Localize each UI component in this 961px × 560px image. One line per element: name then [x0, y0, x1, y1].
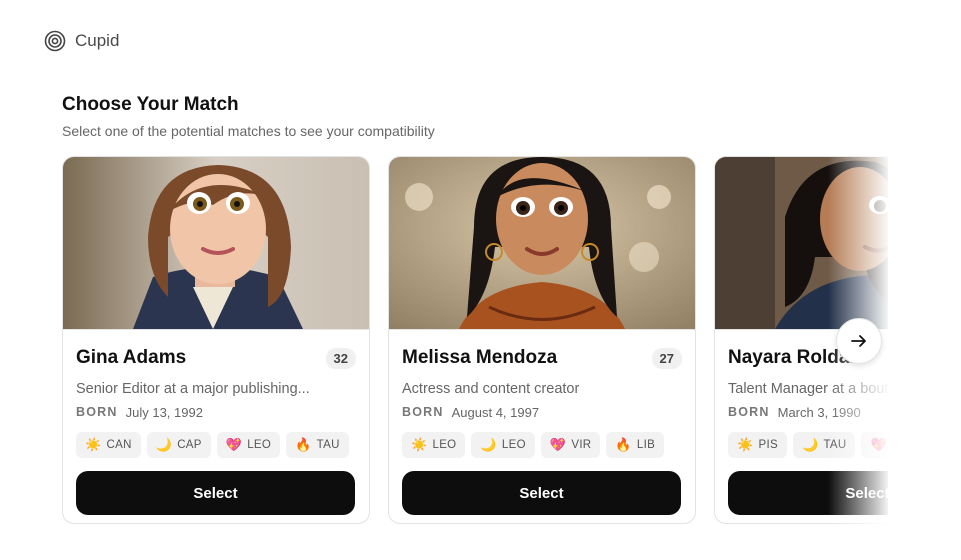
- zodiac-tag-venus: 💖: [861, 432, 888, 458]
- birthdate-row: BORN August 4, 1997: [402, 405, 682, 420]
- page-title: Choose Your Match: [62, 94, 239, 115]
- brand: Cupid: [44, 30, 119, 52]
- heart-icon: 💖: [549, 437, 567, 452]
- zodiac-tag-sun: ☀️ PIS: [728, 432, 787, 458]
- occupation: Talent Manager at a boutique agency: [728, 381, 888, 397]
- age-badge: 27: [651, 347, 682, 369]
- tag-label: LEO: [501, 439, 526, 451]
- occupation: Actress and content creator: [402, 381, 580, 397]
- tag-label: TAU: [316, 439, 340, 451]
- target-icon: [44, 30, 66, 52]
- tag-label: VIR: [571, 439, 592, 451]
- tag-label: PIS: [758, 439, 778, 451]
- profile-photo: [63, 157, 369, 330]
- fire-icon: 🔥: [615, 437, 632, 452]
- zodiac-tag-venus: 💖 VIR: [540, 432, 601, 458]
- birthdate-row: BORN March 3, 1990: [728, 405, 888, 420]
- zodiac-tag-mars: 🔥 LIB: [606, 432, 665, 458]
- zodiac-tag-venus: 💖 LEO: [216, 432, 281, 458]
- birthdate: July 13, 1992: [125, 405, 203, 420]
- zodiac-tag-moon: 🌙 LEO: [471, 432, 535, 458]
- tag-label: LEO: [432, 439, 457, 451]
- sun-icon: ☀️: [737, 437, 754, 452]
- birthdate: August 4, 1997: [451, 405, 540, 420]
- profile-photo: [389, 157, 695, 330]
- heart-icon: 💖: [225, 437, 243, 452]
- page-subtitle: Select one of the potential matches to s…: [62, 123, 435, 139]
- match-name: Gina Adams: [76, 347, 187, 368]
- zodiac-tag-moon: 🌙 TAU: [792, 432, 856, 458]
- zodiac-tag-mars: 🔥 TAU: [286, 432, 349, 458]
- profile-photo: [715, 157, 888, 330]
- moon-icon: 🌙: [155, 437, 173, 452]
- zodiac-tag-sun: ☀️ CAN: [76, 432, 141, 458]
- brand-name: Cupid: [75, 31, 120, 50]
- fire-icon: 🔥: [295, 437, 312, 452]
- match-name: Melissa Mendoza: [402, 347, 558, 368]
- born-label: BORN: [76, 405, 118, 419]
- match-card: Melissa Mendoza 27 Actress and content c…: [388, 156, 696, 524]
- select-button[interactable]: Select: [402, 471, 681, 515]
- zodiac-tags: ☀️ PIS 🌙 TAU 💖: [728, 432, 888, 458]
- carousel-track: Gina Adams 32 Senior Editor at a major p…: [62, 156, 888, 524]
- tag-label: CAN: [106, 439, 132, 451]
- born-label: BORN: [728, 405, 770, 419]
- carousel-next-button[interactable]: [836, 318, 882, 364]
- zodiac-tag-sun: ☀️ LEO: [402, 432, 466, 458]
- match-carousel: Gina Adams 32 Senior Editor at a major p…: [62, 156, 888, 528]
- select-button[interactable]: Select: [728, 471, 888, 515]
- tag-label: LIB: [636, 439, 656, 451]
- zodiac-tag-moon: 🌙 CAP: [146, 432, 211, 458]
- select-button[interactable]: Select: [76, 471, 355, 515]
- occupation: Senior Editor at a major publishing...: [76, 381, 310, 397]
- birthdate-row: BORN July 13, 1992: [76, 405, 356, 420]
- sun-icon: ☀️: [411, 437, 428, 452]
- zodiac-tags: ☀️ LEO 🌙 LEO 💖 VIR 🔥 LIB: [402, 432, 682, 458]
- moon-icon: 🌙: [480, 437, 497, 452]
- moon-icon: 🌙: [801, 437, 819, 452]
- tag-label: TAU: [823, 439, 847, 451]
- zodiac-tags: ☀️ CAN 🌙 CAP 💖 LEO 🔥 TAU: [76, 432, 356, 458]
- heart-icon: 💖: [870, 437, 887, 452]
- birthdate: March 3, 1990: [777, 405, 861, 420]
- match-card: Gina Adams 32 Senior Editor at a major p…: [62, 156, 370, 524]
- tag-label: LEO: [247, 439, 272, 451]
- tag-label: CAP: [177, 439, 202, 451]
- age-badge: 32: [325, 347, 356, 369]
- born-label: BORN: [402, 405, 444, 419]
- sun-icon: ☀️: [85, 437, 102, 452]
- arrow-right-icon: [851, 335, 866, 347]
